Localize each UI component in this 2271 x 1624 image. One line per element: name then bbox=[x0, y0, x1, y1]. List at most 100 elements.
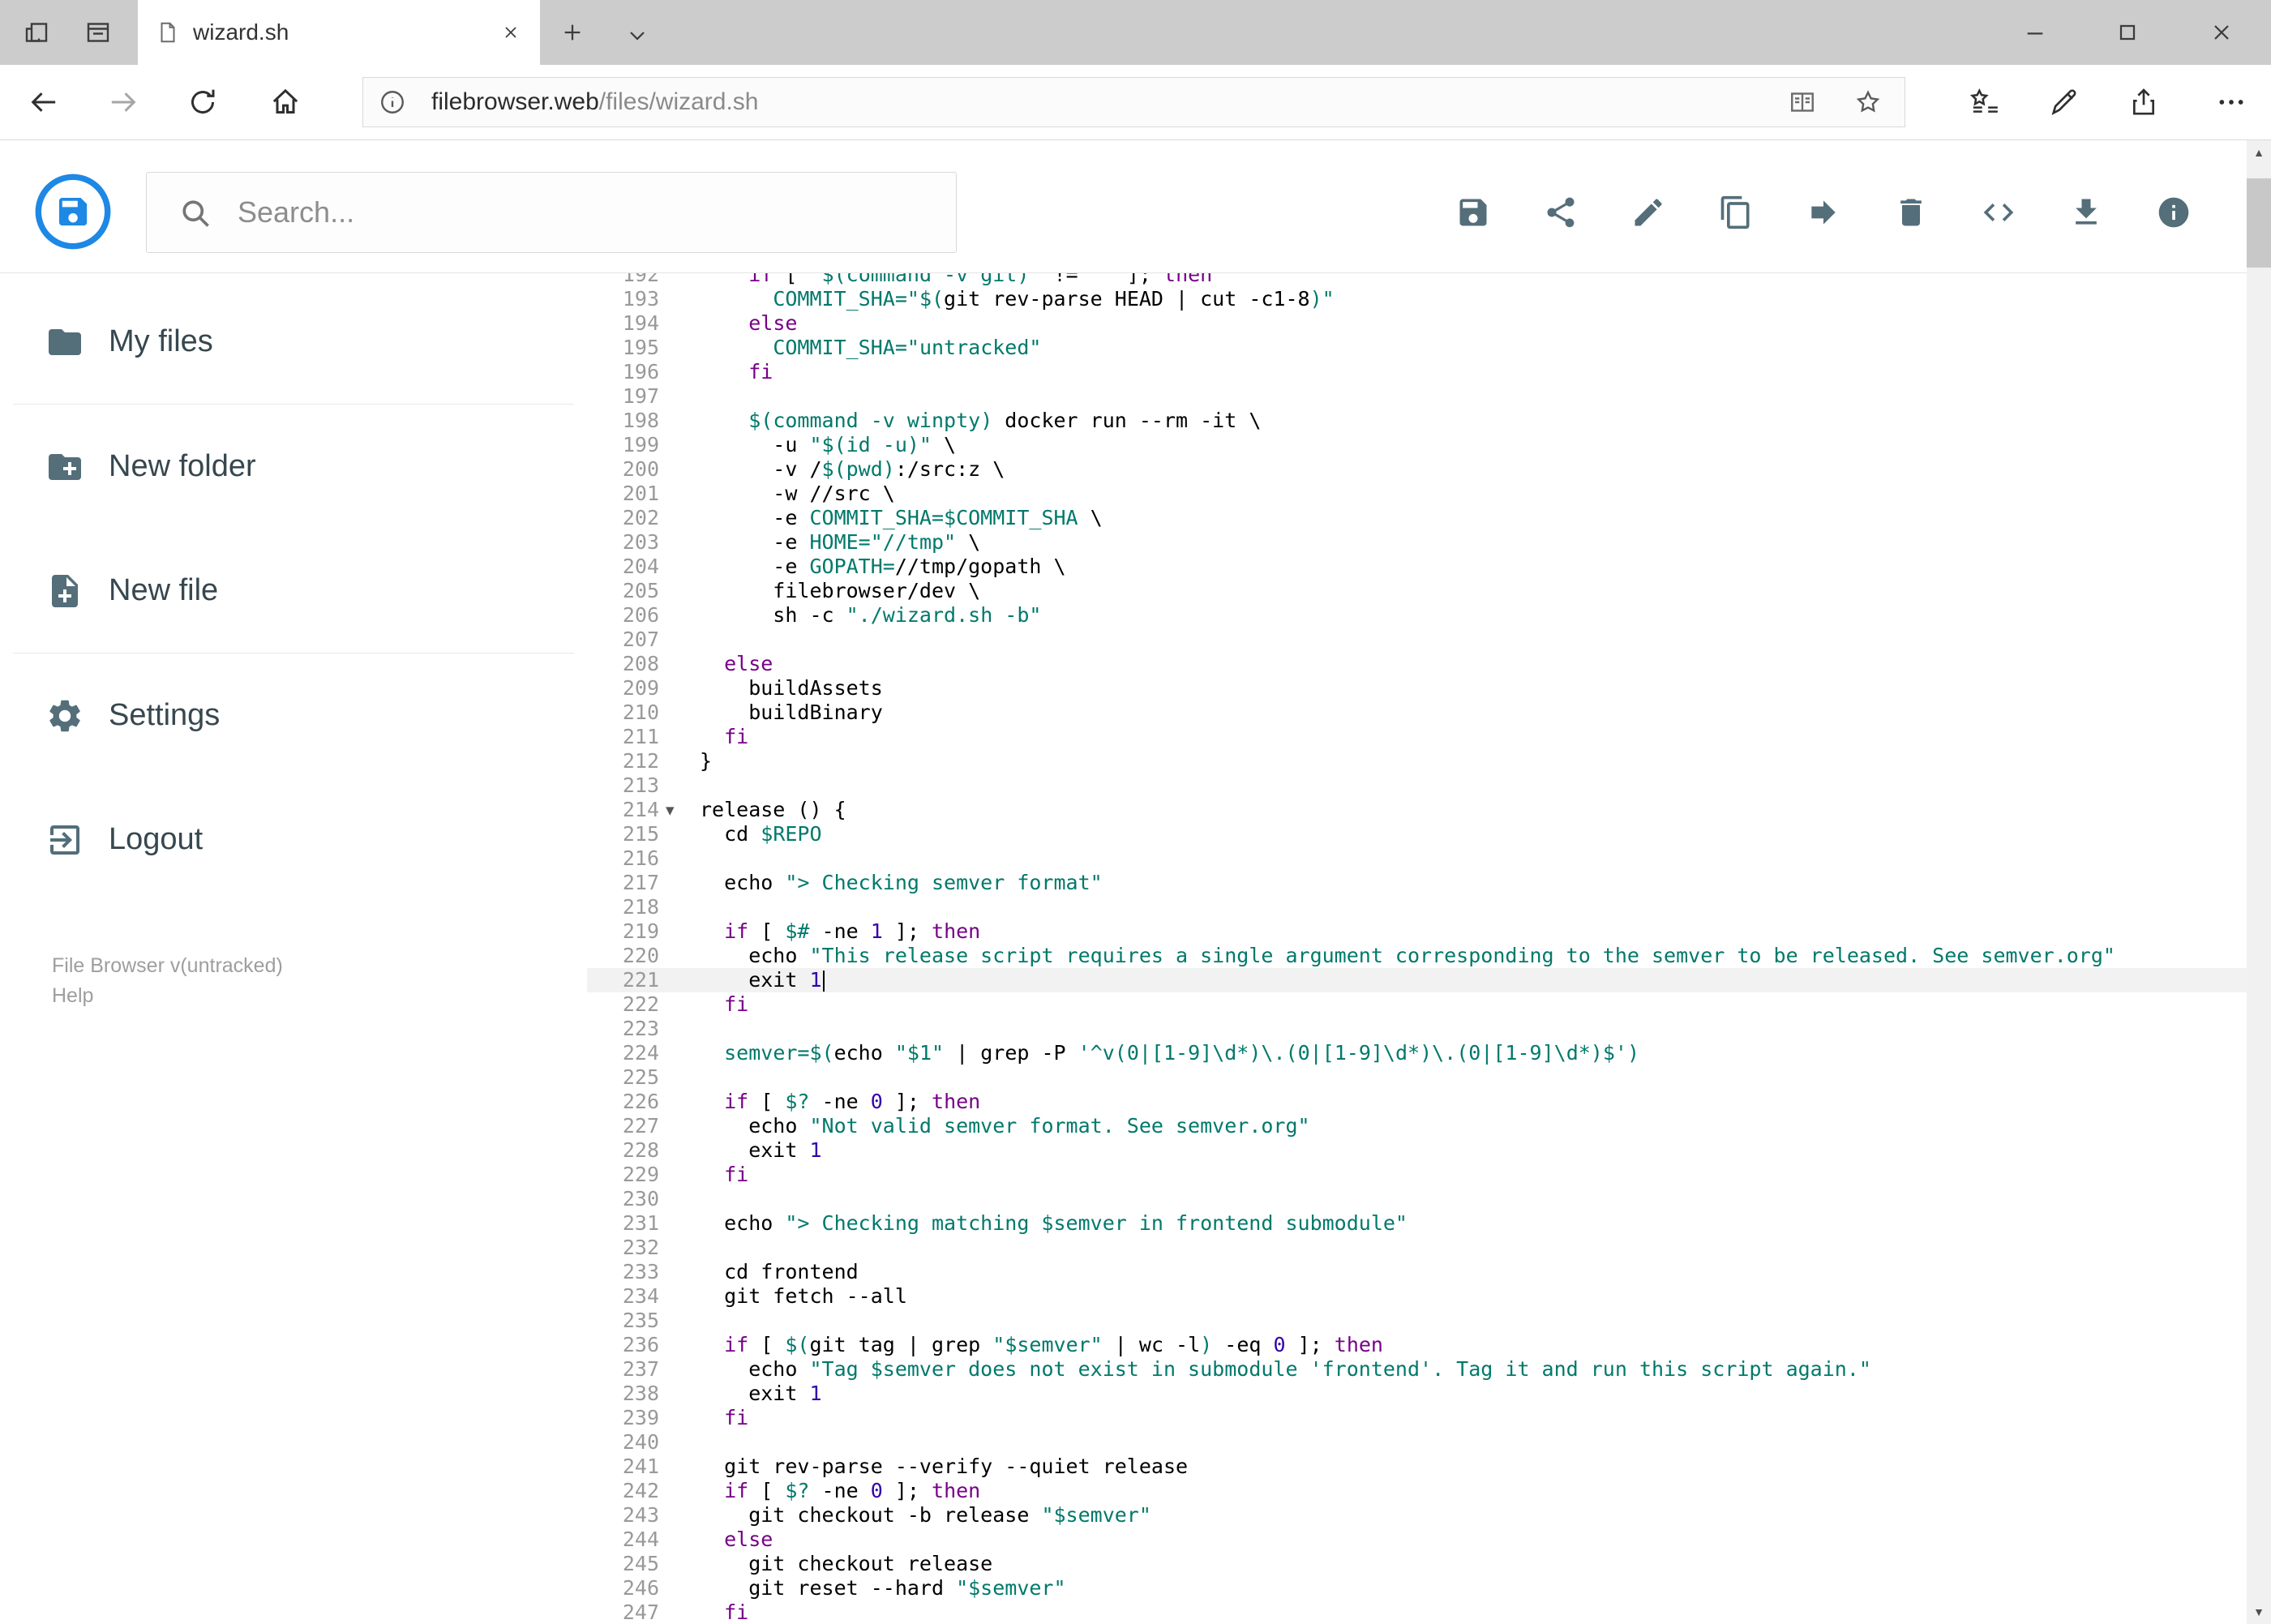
code-line-212[interactable]: 212} bbox=[587, 749, 2247, 773]
browser-tab[interactable]: wizard.sh bbox=[138, 0, 540, 65]
code-line-231[interactable]: 231 echo "> Checking matching $semver in… bbox=[587, 1211, 2247, 1236]
scroll-up-arrow-icon[interactable]: ▲ bbox=[2247, 140, 2271, 165]
search-input[interactable] bbox=[238, 173, 935, 252]
code-line-243[interactable]: 243 git checkout -b release "$semver" bbox=[587, 1503, 2247, 1528]
window-close-button[interactable] bbox=[2209, 19, 2235, 45]
code-line-196[interactable]: 196 fi bbox=[587, 360, 2247, 384]
code-line-198[interactable]: 198 $(command -v winpty) docker run --rm… bbox=[587, 409, 2247, 433]
refresh-button[interactable] bbox=[186, 86, 219, 118]
code-line-203[interactable]: 203 -e HOME="//tmp" \ bbox=[587, 530, 2247, 555]
sidebar-item-new-folder[interactable]: New folder bbox=[0, 405, 587, 529]
window-minimize-button[interactable] bbox=[2022, 19, 2048, 45]
code-line-235[interactable]: 235 bbox=[587, 1309, 2247, 1333]
code-line-217[interactable]: 217 echo "> Checking semver format" bbox=[587, 871, 2247, 895]
code-line-205[interactable]: 205 filebrowser/dev \ bbox=[587, 579, 2247, 603]
share-button[interactable] bbox=[1543, 195, 1579, 230]
scroll-down-arrow-icon[interactable]: ▼ bbox=[2247, 1600, 2271, 1624]
sidebar-item-new-file[interactable]: New file bbox=[0, 529, 587, 653]
code-line-219[interactable]: 219 if [ $# -ne 1 ]; then bbox=[587, 919, 2247, 944]
code-line-211[interactable]: 211 fi bbox=[587, 725, 2247, 749]
code-line-223[interactable]: 223 bbox=[587, 1017, 2247, 1041]
code-line-197[interactable]: 197 bbox=[587, 384, 2247, 409]
code-line-245[interactable]: 245 git checkout release bbox=[587, 1552, 2247, 1576]
sidebar-item-logout[interactable]: Logout bbox=[0, 778, 587, 902]
edit-button[interactable] bbox=[1630, 195, 1666, 230]
download-button[interactable] bbox=[2068, 195, 2104, 230]
code-line-201[interactable]: 201 -w //src \ bbox=[587, 482, 2247, 506]
favorite-star-icon[interactable] bbox=[1853, 88, 1883, 117]
code-line-218[interactable]: 218 bbox=[587, 895, 2247, 919]
code-line-208[interactable]: 208 else bbox=[587, 652, 2247, 676]
code-line-237[interactable]: 237 echo "Tag $semver does not exist in … bbox=[587, 1357, 2247, 1382]
code-line-222[interactable]: 222 fi bbox=[587, 992, 2247, 1017]
code-line-242[interactable]: 242 if [ $? -ne 0 ]; then bbox=[587, 1479, 2247, 1503]
tab-close-icon[interactable] bbox=[501, 23, 521, 42]
code-line-246[interactable]: 246 git reset --hard "$semver" bbox=[587, 1576, 2247, 1600]
code-line-229[interactable]: 229 fi bbox=[587, 1163, 2247, 1187]
web-note-pen-icon[interactable] bbox=[2048, 86, 2080, 118]
code-line-238[interactable]: 238 exit 1 bbox=[587, 1382, 2247, 1406]
save-button[interactable] bbox=[1455, 195, 1491, 230]
info-button[interactable] bbox=[2156, 195, 2192, 230]
code-line-224[interactable]: 224 semver=$(echo "$1" | grep -P '^v(0|[… bbox=[587, 1041, 2247, 1065]
code-line-234[interactable]: 234 git fetch --all bbox=[587, 1284, 2247, 1309]
code-line-216[interactable]: 216 bbox=[587, 846, 2247, 871]
code-line-244[interactable]: 244 else bbox=[587, 1528, 2247, 1552]
reading-view-icon[interactable] bbox=[1788, 88, 1817, 117]
code-line-220[interactable]: 220 echo "This release script requires a… bbox=[587, 944, 2247, 968]
hub-favorites-icon[interactable] bbox=[1969, 86, 2001, 118]
code-line-247[interactable]: 247 fi bbox=[587, 1600, 2247, 1624]
code-editor[interactable]: 192 if [ "$(command -v git)" != "" ]; th… bbox=[587, 273, 2247, 1624]
code-line-204[interactable]: 204 -e GOPATH=//tmp/gopath \ bbox=[587, 555, 2247, 579]
code-line-192[interactable]: 192 if [ "$(command -v git)" != "" ]; th… bbox=[587, 273, 2247, 287]
home-button[interactable] bbox=[269, 86, 302, 118]
new-tab-button[interactable] bbox=[559, 19, 585, 45]
code-line-226[interactable]: 226 if [ $? -ne 0 ]; then bbox=[587, 1090, 2247, 1114]
share-page-icon[interactable] bbox=[2127, 86, 2160, 118]
sidebar-item-settings[interactable]: Settings bbox=[0, 653, 587, 778]
code-line-230[interactable]: 230 bbox=[587, 1187, 2247, 1211]
move-button[interactable] bbox=[1806, 195, 1841, 230]
back-button[interactable] bbox=[28, 86, 60, 118]
code-line-200[interactable]: 200 -v /$(pwd):/src:z \ bbox=[587, 457, 2247, 482]
code-line-233[interactable]: 233 cd frontend bbox=[587, 1260, 2247, 1284]
code-line-215[interactable]: 215 cd $REPO bbox=[587, 822, 2247, 846]
filebrowser-logo[interactable] bbox=[35, 174, 111, 250]
code-line-221[interactable]: 221 exit 1 bbox=[587, 968, 2247, 992]
code-line-213[interactable]: 213 bbox=[587, 773, 2247, 798]
code-line-207[interactable]: 207 bbox=[587, 628, 2247, 652]
tab-list-chevron-icon[interactable] bbox=[624, 23, 650, 49]
fold-arrow-icon[interactable]: ▾ bbox=[659, 798, 700, 822]
tabs-set-aside-icon[interactable] bbox=[22, 18, 51, 47]
address-bar[interactable]: filebrowser.web/files/wizard.sh bbox=[362, 77, 1905, 127]
code-line-228[interactable]: 228 exit 1 bbox=[587, 1138, 2247, 1163]
code-line-225[interactable]: 225 bbox=[587, 1065, 2247, 1090]
search-box[interactable] bbox=[146, 172, 957, 253]
code-line-239[interactable]: 239 fi bbox=[587, 1406, 2247, 1430]
code-line-232[interactable]: 232 bbox=[587, 1236, 2247, 1260]
more-menu-icon[interactable] bbox=[2215, 86, 2247, 118]
code-line-227[interactable]: 227 echo "Not valid semver format. See s… bbox=[587, 1114, 2247, 1138]
code-line-210[interactable]: 210 buildBinary bbox=[587, 701, 2247, 725]
code-line-236[interactable]: 236 if [ $(git tag | grep "$semver" | wc… bbox=[587, 1333, 2247, 1357]
sidebar-item-my-files[interactable]: My files bbox=[0, 280, 587, 404]
code-line-209[interactable]: 209 buildAssets bbox=[587, 676, 2247, 701]
copy-button[interactable] bbox=[1718, 195, 1754, 230]
site-info-icon[interactable] bbox=[378, 88, 407, 117]
delete-button[interactable] bbox=[1893, 195, 1929, 230]
code-line-193[interactable]: 193 COMMIT_SHA="$(git rev-parse HEAD | c… bbox=[587, 287, 2247, 311]
window-maximize-button[interactable] bbox=[2115, 19, 2140, 45]
scrollbar-thumb[interactable] bbox=[2247, 178, 2271, 268]
code-line-199[interactable]: 199 -u "$(id -u)" \ bbox=[587, 433, 2247, 457]
raw-view-button[interactable] bbox=[1981, 195, 2016, 230]
code-line-241[interactable]: 241 git rev-parse --verify --quiet relea… bbox=[587, 1455, 2247, 1479]
vertical-scrollbar[interactable]: ▲ ▼ bbox=[2247, 140, 2271, 1624]
code-line-240[interactable]: 240 bbox=[587, 1430, 2247, 1455]
forward-button[interactable] bbox=[107, 86, 139, 118]
code-line-214[interactable]: 214 ▾ release () { bbox=[587, 798, 2247, 822]
help-link[interactable]: Help bbox=[52, 981, 283, 1011]
code-line-206[interactable]: 206 sh -c "./wizard.sh -b" bbox=[587, 603, 2247, 628]
code-line-202[interactable]: 202 -e COMMIT_SHA=$COMMIT_SHA \ bbox=[587, 506, 2247, 530]
tab-preview-icon[interactable] bbox=[84, 18, 113, 47]
code-line-194[interactable]: 194 else bbox=[587, 311, 2247, 336]
